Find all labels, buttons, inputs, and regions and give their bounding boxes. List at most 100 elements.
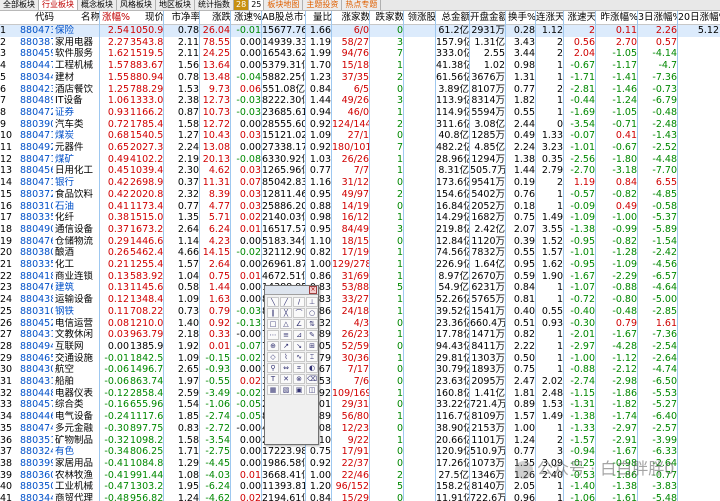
drawing-tools-palette[interactable]: × ╲ ╱ ∕ ⊥ ∥ ╳ ⌒ ○ □ △ ∠ ⇅ ⋯ ≡ ⊿ ✎ ⊕ ↗ ↘ ⊞ ◇ ⌇ ∿ ⌶ ⚲ ⇔ ⌗ ◐ T ✕ ⊗ ⌫ ▦ ▧ ▣ ◫ [264, 285, 319, 445]
draw-range-icon[interactable]: ⇔ [280, 363, 292, 373]
table-row[interactable]: 31880431船舶-0.06863.741.97-0.550.023165.1… [0, 376, 720, 388]
draw-grid-icon[interactable]: ⊞ [306, 341, 318, 351]
table-row[interactable]: 9 880390汽车类 0.721785.48 1.5812.72 0.0028555.… [0, 119, 720, 131]
draw-fib-triangle-icon[interactable]: ⊿ [293, 330, 305, 340]
tab-3[interactable]: 风格板块 [117, 0, 156, 10]
draw-fib-grid-icon[interactable]: ⌗ [293, 363, 305, 373]
tab-5[interactable]: 统计指数 [195, 0, 234, 10]
tab-7[interactable]: 25 [249, 0, 265, 10]
column-header-10[interactable]: 涨家数 [332, 11, 370, 25]
column-header-14[interactable]: 开盘金额 [470, 11, 506, 25]
table-row[interactable]: 29880465交通设施-0.011842.591.09-0.15-0.0213… [0, 353, 720, 365]
table-row[interactable]: 40 880350工业机械 -0.471303.22 1.95 -6.24 0.00113… [0, 481, 720, 493]
table-row[interactable]: 6 880423 酒店餐饮 1.25 788.29 1.53 9.73 0.06 551.08亿… [0, 84, 720, 96]
close-icon[interactable]: × [309, 286, 317, 294]
column-header-13[interactable]: 总金额 [436, 11, 470, 25]
tab-2[interactable]: 概念板块 [78, 0, 117, 10]
tab-10[interactable]: 热点专题 [342, 0, 382, 10]
draw-target-icon[interactable]: ⊕ [267, 341, 279, 351]
table-row[interactable]: 13 880456日用化工 0.451039.49 2.30 4.62 0.031265.… [0, 165, 720, 177]
table-row[interactable]: 23880476建筑0.131145.640.581.440.0014388.9… [0, 282, 720, 294]
table-row[interactable]: 34880446电气设备-0.241117.681.85-2.74-0.0588… [0, 411, 720, 423]
draw-panel-icon[interactable]: ◫ [306, 385, 318, 395]
draw-up-arrow-icon[interactable]: ↗ [280, 341, 292, 351]
column-header-18[interactable]: 昨涨幅% [596, 11, 638, 25]
table-row[interactable]: 1 880473保险 2.541050.94 0.7826.04 -0.0115677.… [0, 25, 720, 37]
column-header-9[interactable]: 量比 [306, 11, 332, 25]
table-row[interactable]: 25880310钢铁0.11708.220.730.79-0.038592.01… [0, 306, 720, 318]
table-row[interactable]: 30880430航空-0.061496.792.65-0.930.0010044… [0, 364, 720, 376]
column-header-6[interactable]: 涨跌 [200, 11, 231, 25]
tab-6[interactable]: 28 [234, 0, 250, 10]
draw-cross-icon[interactable]: ╳ [280, 308, 292, 318]
column-header-3[interactable]: 涨幅% [100, 11, 130, 25]
table-row[interactable]: 18 880490通信设备 0.371673.21 2.64 6.24 0.0116517… [0, 224, 720, 236]
column-header-4[interactable]: 现价 [130, 11, 164, 25]
table-row[interactable]: 12 880471煤矿 0.494102.23 2.1920.13 -0.086330.… [0, 154, 720, 166]
table-row[interactable]: 41 880344 商贸代理 -0.48 956.82 1.24 -4.62 0.02 2194… [0, 493, 720, 501]
table-row[interactable]: 33880457综合类-0.16655.961.54-1.06-0.052025… [0, 399, 720, 411]
draw-angle-icon[interactable]: ∠ [293, 319, 305, 329]
draw-magnifier-icon[interactable]: ⚲ [267, 363, 279, 373]
column-header-2[interactable]: 名称 [55, 11, 100, 25]
draw-text-cursor-icon[interactable]: ⌶ [306, 352, 318, 362]
table-row[interactable]: 24880438运输设备0.121348.411.091.630.008390.… [0, 294, 720, 306]
table-row[interactable]: 4 880447 工程机械 1.57 883.67 1.56 13.64 0.00 5379.3… [0, 60, 720, 72]
draw-arc-icon[interactable]: ⌒ [293, 308, 305, 318]
table-row[interactable]: 27880431文教休闲0.03963.792.180.33-0.007221.… [0, 329, 720, 341]
draw-erase-icon[interactable]: ⌫ [306, 374, 318, 384]
draw-wave-icon[interactable]: ∿ [293, 352, 305, 362]
column-header-17[interactable]: 涨速天 [564, 11, 596, 25]
draw-extend-icon[interactable]: ⇅ [306, 319, 318, 329]
draw-diamond-icon[interactable]: ◇ [267, 352, 279, 362]
table-row[interactable]: 16 880310石油 0.411173.41 0.77 4.77 0.0325886.2… [0, 201, 720, 213]
tab-1[interactable]: 行业板块 [39, 0, 78, 10]
tab-9[interactable]: 主题投资 [303, 0, 343, 10]
table-row[interactable]: 3 880459软件服务 1.621519.57 2.1124.25 0.0016543… [0, 48, 720, 60]
table-row[interactable]: 19 880476仓储物流 0.291446.66 1.14 4.23 0.005183.… [0, 236, 720, 248]
table-row[interactable]: 7 880489IT设备 1.061333.04 2.3812.73 -0.038222… [0, 95, 720, 107]
draw-bar-grid-icon[interactable]: ▦ [267, 385, 279, 395]
draw-text-icon[interactable]: T [267, 374, 279, 384]
table-row[interactable]: 28880494互联网0.001385.971.920.01-0.077661.… [0, 341, 720, 353]
table-row[interactable]: 36880351矿物制品-0.321098.241.58-3.540.00207… [0, 435, 720, 447]
draw-wave-ruler-icon[interactable]: ⌇ [280, 352, 292, 362]
draw-pen-icon[interactable]: ✎ [306, 330, 318, 340]
draw-parallel-icon[interactable]: ∥ [267, 308, 279, 318]
column-header-16[interactable]: 连涨天 [536, 11, 564, 25]
draw-circle-icon[interactable]: ○ [306, 308, 318, 318]
table-row[interactable]: 26880452电信运营0.081210.081.400.92-0.131218… [0, 318, 720, 330]
table-row[interactable]: 10 880471煤炭 0.681540.56 1.2710.43 0.0315121.… [0, 130, 720, 142]
column-header-12[interactable]: 领涨股 [404, 11, 436, 25]
table-row[interactable]: 5 880344 建材 1.55 880.94 0.78 13.48 -0.04 5882.25… [0, 72, 720, 84]
table-row[interactable]: 22 880418 商业连锁 0.13 583.92 1.04 0.75 0.01 4672.5… [0, 271, 720, 283]
table-row[interactable]: 35880474多元金融-0.30897.750.83-2.72-0.00408… [0, 423, 720, 435]
table-row[interactable]: 32880448电器仪表-0.122858.432.59-3.49-0.0214… [0, 388, 720, 400]
column-header-8[interactable]: AB股总市值 [262, 11, 306, 25]
draw-frame-icon[interactable]: ▣ [293, 385, 305, 395]
tab-0[interactable]: 全部板块 [0, 0, 39, 10]
draw-down-arrow-icon[interactable]: ↘ [293, 341, 305, 351]
table-row[interactable]: 21 880335化工 0.211255.45 1.57 2.64 0.0026961.8… [0, 259, 720, 271]
column-header-5[interactable]: 市净率 [164, 11, 200, 25]
draw-rectangle-icon[interactable]: □ [267, 319, 279, 329]
draw-channel-icon[interactable]: ≡ [280, 330, 292, 340]
table-row[interactable]: 20 880380酿酒 0.265462.48 4.6614.15 -0.0232112… [0, 247, 720, 259]
column-header-19[interactable]: 3日涨幅% [638, 11, 678, 25]
draw-delete-icon[interactable]: ✕ [280, 374, 292, 384]
table-row[interactable]: 17 880335化纤 0.381515.06 1.35 5.71 0.022140.03… [0, 212, 720, 224]
draw-triangle-icon[interactable]: △ [280, 319, 292, 329]
table-row[interactable]: 2 880387家用电器 2.273543.84 2.1178.55 0.0014939… [0, 37, 720, 49]
column-header-11[interactable]: 跌家数 [370, 11, 404, 25]
table-row[interactable]: 15 880372食品饮料 0.422020.87 2.32 8.39 0.0312811… [0, 189, 720, 201]
draw-ray-icon[interactable]: ╱ [280, 297, 292, 307]
column-header-7[interactable]: 涨速% [231, 11, 262, 25]
palette-title-bar[interactable]: × [265, 286, 318, 295]
column-header-1[interactable]: 代码 [20, 11, 54, 25]
draw-clear-icon[interactable]: ⊗ [293, 374, 305, 384]
draw-dots-icon[interactable]: ⋯ [267, 330, 279, 340]
column-header-20[interactable]: 20日涨幅% [678, 11, 720, 25]
table-row[interactable]: 14 880471银行 0.422698.98 0.3711.31 0.0785042.… [0, 177, 720, 189]
draw-line-icon[interactable]: ╲ [267, 297, 279, 307]
draw-half-circle-icon[interactable]: ◐ [306, 363, 318, 373]
